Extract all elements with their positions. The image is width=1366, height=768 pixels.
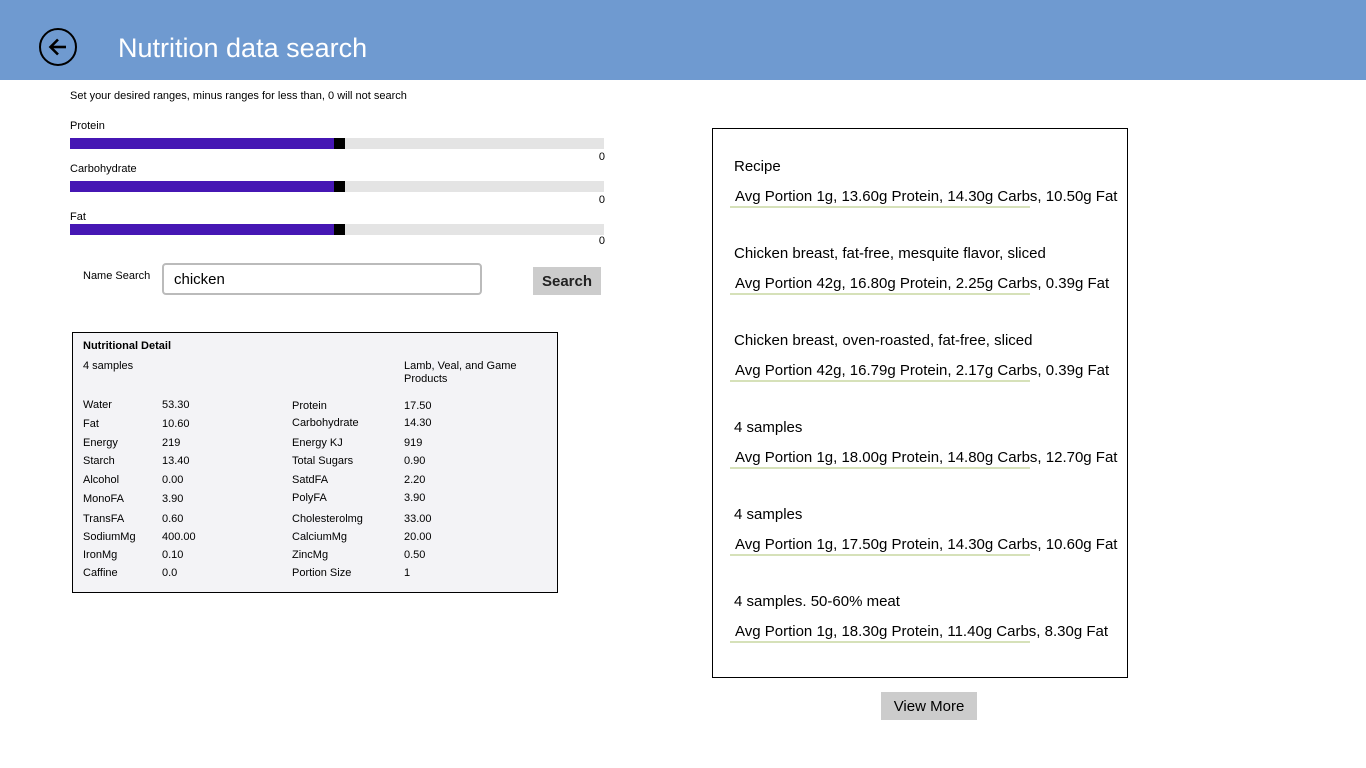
view-more-button[interactable]: View More	[881, 692, 977, 720]
detail-label: Protein	[292, 400, 327, 412]
detail-value: 0.10	[162, 549, 184, 561]
result-underline	[730, 641, 1030, 643]
detail-label: Fat	[83, 418, 99, 430]
app-header: Nutrition data search	[0, 0, 1366, 80]
result-summary: Avg Portion 1g, 18.30g Protein, 11.40g C…	[735, 623, 1109, 640]
result-item[interactable]: 4 samples Avg Portion 1g, 18.00g Protein,…	[713, 419, 1127, 489]
fat-slider-fill	[70, 224, 334, 235]
detail-label: Water	[83, 399, 112, 411]
detail-label: Caffine	[83, 567, 118, 579]
result-summary: Avg Portion 1g, 17.50g Protein, 14.30g C…	[735, 536, 1118, 553]
detail-label: Energy KJ	[292, 437, 343, 449]
result-underline	[730, 467, 1030, 469]
detail-title: Nutritional Detail	[83, 340, 172, 352]
detail-label: Total Sugars	[292, 455, 354, 467]
search-button[interactable]: Search	[533, 267, 601, 295]
detail-samples: 4 samples	[83, 360, 134, 372]
detail-label: Portion Size	[292, 567, 352, 579]
protein-slider[interactable]	[70, 138, 604, 149]
carbohydrate-label: Carbohydrate	[70, 163, 137, 175]
detail-value: 53.30	[162, 399, 190, 411]
detail-label: Alcohol	[83, 474, 120, 486]
result-underline	[730, 206, 1030, 208]
detail-value: 33.00	[404, 513, 432, 525]
detail-value: 3.90	[162, 493, 184, 505]
name-search-input[interactable]	[162, 263, 482, 295]
result-title: 4 samples	[734, 506, 803, 523]
detail-label: Cholesterolmg	[292, 513, 363, 525]
detail-label: ZincMg	[292, 549, 329, 561]
detail-value: 0.60	[162, 513, 184, 525]
carbohydrate-value: 0	[598, 194, 605, 206]
carbohydrate-slider-fill	[70, 181, 334, 192]
result-title: 4 samples. 50-60% meat	[734, 593, 900, 610]
back-arrow-icon	[48, 38, 66, 56]
detail-value: 0.50	[404, 549, 426, 561]
detail-label: Energy	[83, 437, 118, 449]
carbohydrate-slider-thumb[interactable]	[334, 181, 345, 192]
detail-value: 1	[404, 567, 411, 579]
results-list[interactable]: Recipe Avg Portion 1g, 13.60g Protein, 14…	[712, 128, 1128, 678]
result-underline	[730, 554, 1030, 556]
protein-value: 0	[598, 151, 605, 163]
detail-label: CalciumMg	[292, 531, 348, 543]
detail-value: 14.30	[404, 417, 432, 429]
detail-value: 2.20	[404, 474, 426, 486]
result-item[interactable]: 4 samples Avg Portion 1g, 17.50g Protein,…	[713, 506, 1127, 576]
instructions-text: Set your desired ranges, minus ranges fo…	[70, 90, 407, 102]
result-title: Chicken breast, oven-roasted, fat-free, …	[734, 332, 1033, 349]
detail-value: 13.40	[162, 455, 190, 467]
result-item[interactable]: Chicken breast, fat-free, mesquite flavo…	[713, 245, 1127, 315]
result-summary: Avg Portion 42g, 16.80g Protein, 2.25g C…	[735, 275, 1110, 292]
detail-value: 3.90	[404, 492, 426, 504]
page-title: Nutrition data search	[118, 33, 368, 63]
detail-value: 400.00	[162, 531, 196, 543]
result-underline	[730, 380, 1030, 382]
fat-value: 0	[598, 235, 605, 247]
protein-label: Protein	[70, 120, 105, 132]
detail-value: 17.50	[404, 400, 432, 412]
result-title: Chicken breast, fat-free, mesquite flavo…	[734, 245, 1046, 262]
detail-value: 919	[404, 437, 423, 449]
fat-slider[interactable]	[70, 224, 604, 235]
nutritional-detail-panel: Nutritional Detail 4 samples Lamb, Veal,…	[72, 332, 558, 593]
protein-slider-fill	[70, 138, 334, 149]
detail-label: Carbohydrate	[292, 417, 359, 429]
result-underline	[730, 293, 1030, 295]
detail-value: 10.60	[162, 418, 190, 430]
protein-slider-thumb[interactable]	[334, 138, 345, 149]
detail-label: SodiumMg	[83, 531, 136, 543]
result-title: 4 samples	[734, 419, 803, 436]
result-item[interactable]: 4 samples. 50-60% meat Avg Portion 1g, 18…	[713, 593, 1127, 663]
result-item[interactable]: Chicken breast, oven-roasted, fat-free, …	[713, 332, 1127, 402]
result-item[interactable]: Recipe Avg Portion 1g, 13.60g Protein, 14…	[713, 158, 1127, 228]
carbohydrate-slider[interactable]	[70, 181, 604, 192]
detail-label: IronMg	[83, 549, 118, 561]
detail-label: SatdFA	[292, 474, 329, 486]
detail-value: 0.00	[162, 474, 184, 486]
detail-label: Starch	[83, 455, 115, 467]
result-title: Recipe	[734, 158, 781, 175]
fat-slider-thumb[interactable]	[334, 224, 345, 235]
detail-label: TransFA	[83, 513, 125, 525]
detail-category: Lamb, Veal, and Game Products	[404, 360, 517, 385]
detail-value: 219	[162, 437, 181, 449]
name-search-label: Name Search	[83, 270, 151, 282]
detail-value: 0.90	[404, 455, 426, 467]
detail-value: 20.00	[404, 531, 432, 543]
detail-value: 0.0	[162, 567, 178, 579]
detail-label: MonoFA	[83, 493, 124, 505]
result-summary: Avg Portion 42g, 16.79g Protein, 2.17g C…	[735, 362, 1110, 379]
result-summary: Avg Portion 1g, 18.00g Protein, 14.80g C…	[735, 449, 1118, 466]
fat-label: Fat	[70, 211, 86, 223]
detail-label: PolyFA	[292, 492, 327, 504]
back-button[interactable]	[39, 28, 77, 66]
result-summary: Avg Portion 1g, 13.60g Protein, 14.30g C…	[735, 188, 1118, 205]
